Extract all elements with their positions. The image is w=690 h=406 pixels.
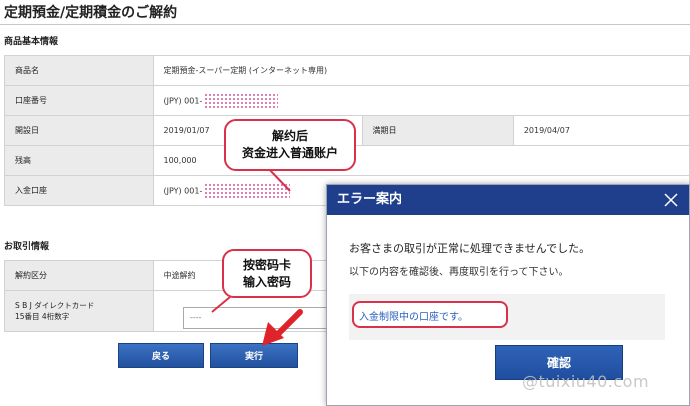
callout-top: 解约后 资金进入普通账户 [224,119,356,171]
dialog-message-main: お客さまの取引が正常に処理できませんでした。 [349,242,591,255]
dialog-header: エラー案内 [327,185,689,215]
callout-bottom-line1: 按密码卡 [242,257,291,272]
callout-bottom: 按密码卡 输入密码 [222,249,312,298]
close-icon[interactable] [663,192,679,208]
watermark: @tuixiu40.com [522,372,650,391]
red-arrow-icon [262,309,303,346]
callout-top-line2: 资金进入普通账户 [241,146,338,160]
callout-top-line1: 解约后 [271,129,308,143]
error-message-text: 入金制限中の口座です。 [359,312,468,323]
callout-bottom-line2: 输入密码 [242,274,291,289]
dialog-title: エラー案内 [337,192,403,207]
dialog-message-sub: 以下の内容を確認後、再度取引を行って下さい。 [349,267,569,278]
